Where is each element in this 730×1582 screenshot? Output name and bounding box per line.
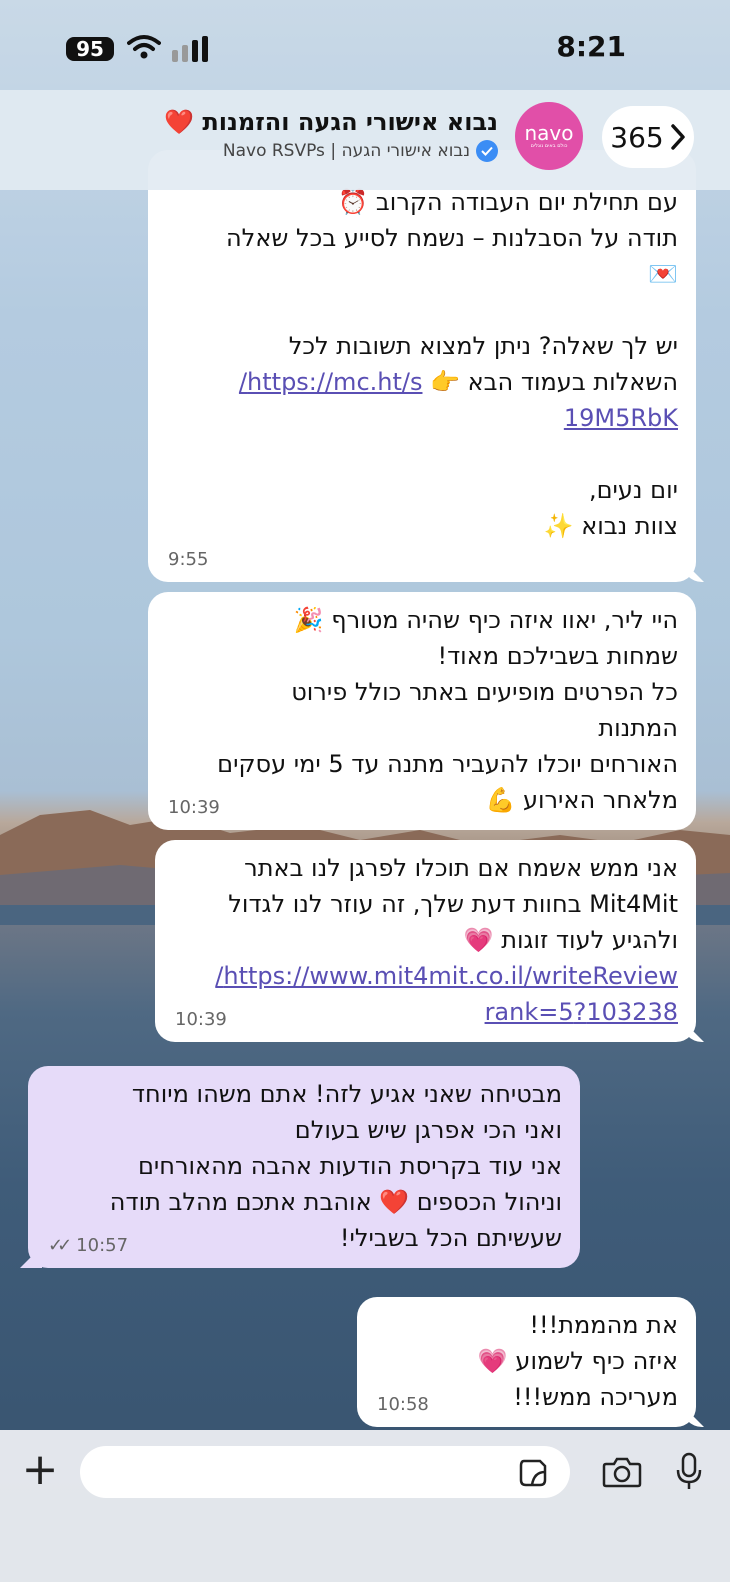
back-button[interactable]: 365: [602, 106, 694, 168]
contact-avatar[interactable]: navo כולם באים נוגלים: [515, 102, 583, 170]
message-link[interactable]: https://mc.ht/s/: [239, 368, 423, 396]
subtitle-text: נבוא אישורי הגעה | Navo RSVPs: [222, 141, 470, 161]
message-link-continued[interactable]: 103238?rank=5: [485, 998, 678, 1026]
unread-count: 365: [610, 120, 664, 154]
message-timestamp: 9:55: [168, 549, 209, 570]
outgoing-message-bubble[interactable]: מבטיחה שאני אגיע לזה! אתם משהו מיוחד ואנ…: [20, 1066, 580, 1268]
chat-title[interactable]: נבוא אישורי הגעה והזמנות ❤️: [164, 108, 498, 136]
message-line: אני עוד בקריסת הודעות אהבה מהאורחים: [137, 1152, 562, 1180]
chat-subtitle[interactable]: נבוא אישורי הגעה | Navo RSVPs: [223, 140, 498, 162]
sticker-icon[interactable]: [518, 1458, 548, 1488]
wifi-icon: [127, 35, 161, 59]
camera-icon[interactable]: [602, 1456, 642, 1488]
message-line: את מהממת!!!: [529, 1311, 678, 1339]
message-text: השאלות בעמוד הבא 👉: [422, 368, 678, 396]
avatar-logo-subtext: כולם באים נוגלים: [530, 142, 568, 149]
message-line: 💌: [648, 260, 678, 288]
message-bubble[interactable]: היי ליר, יאוו איזה כיף שהיה מטורף 🎉 שמחו…: [148, 592, 696, 830]
message-status: ✓✓ 10:57: [48, 1235, 128, 1256]
read-receipt-icon: ✓✓: [48, 1235, 72, 1256]
bubble-tail: [682, 1405, 704, 1427]
message-line: ולהגיע לעוד זוגות 💗: [463, 926, 678, 954]
message-bubble[interactable]: עם תחילת יום העבודה הקרוב ⏰ תודה על הסבל…: [148, 150, 704, 582]
message-line: Mit4Mit בחוות דעת שלך, זה עוזר לנו לגדול: [228, 890, 678, 918]
message-link[interactable]: https://www.mit4mit.co.il/writeReview/: [215, 962, 678, 990]
message-timestamp: 10:58: [377, 1394, 429, 1415]
message-input-bar: +: [0, 1430, 730, 1582]
message-line: צוות נבוא ✨: [543, 512, 678, 540]
message-line: האורחים יוכלו להעביר מתנה עד 5 ימי עסקים: [217, 750, 678, 778]
message-line: היי ליר, יאוו איזה כיף שהיה מטורף 🎉: [293, 606, 678, 634]
message-timestamp: 10:39: [175, 1009, 227, 1030]
message-line: [166, 436, 678, 472]
message-line: וניהול הכספים ❤️ אוהבת אתכם מהלב תודה: [109, 1188, 562, 1216]
message-input[interactable]: [80, 1446, 570, 1498]
avatar-logo-text: navo: [524, 120, 574, 145]
status-time: 8:21: [556, 30, 626, 63]
message-line: מלאחר האירוע 💪: [485, 786, 678, 814]
message-timestamp: 10:39: [168, 797, 220, 818]
cellular-signal-icon: [172, 36, 208, 62]
chevron-right-icon: [670, 124, 685, 150]
message-line: איזה כיף לשמוע 💗: [477, 1347, 678, 1375]
message-line: מבטיחה שאני אגיע לזה! אתם משהו מיוחד: [131, 1080, 562, 1108]
message-link-continued[interactable]: 19M5RbK: [564, 404, 678, 432]
message-timestamp: 10:57: [76, 1235, 129, 1256]
microphone-icon[interactable]: [676, 1452, 702, 1492]
bubble-tail: [682, 560, 704, 582]
message-line: [166, 292, 678, 328]
plus-icon[interactable]: +: [20, 1448, 60, 1492]
message-line: שמחות בשבילכם מאוד!: [437, 642, 678, 670]
verified-badge-icon: [476, 140, 498, 162]
message-line: תודה על הסבלנות – נשמח לסייע בכל שאלה: [226, 224, 678, 252]
status-bar: 95 8:21: [0, 0, 730, 96]
bubble-tail: [682, 1020, 704, 1042]
message-line: המתנות: [598, 714, 678, 742]
message-line: יום נעים,: [588, 476, 678, 504]
chat-header: 365 navo כולם באים נוגלים נבוא אישורי הג…: [0, 90, 730, 190]
message-bubble[interactable]: את מהממת!!! איזה כיף לשמוע 💗 מעריכה ממש!…: [357, 1297, 704, 1427]
bubble-tail: [20, 1246, 42, 1268]
battery-indicator: 95: [66, 37, 114, 61]
message-line: ואני הכי אפרגן שיש בעולם: [294, 1116, 562, 1144]
message-line: כל הפרטים מופיעים באתר כולל פירוט: [291, 678, 678, 706]
message-line: אני ממש אשמח אם תוכלו לפרגן לנו באתר: [244, 854, 678, 882]
message-line: יש לך שאלה? ניתן למצוא תשובות לכל: [288, 332, 678, 360]
message-line-with-link: השאלות בעמוד הבא 👉 https://mc.ht/s/: [166, 364, 678, 400]
message-bubble[interactable]: אני ממש אשמח אם תוכלו לפרגן לנו באתר Mit…: [155, 840, 704, 1042]
